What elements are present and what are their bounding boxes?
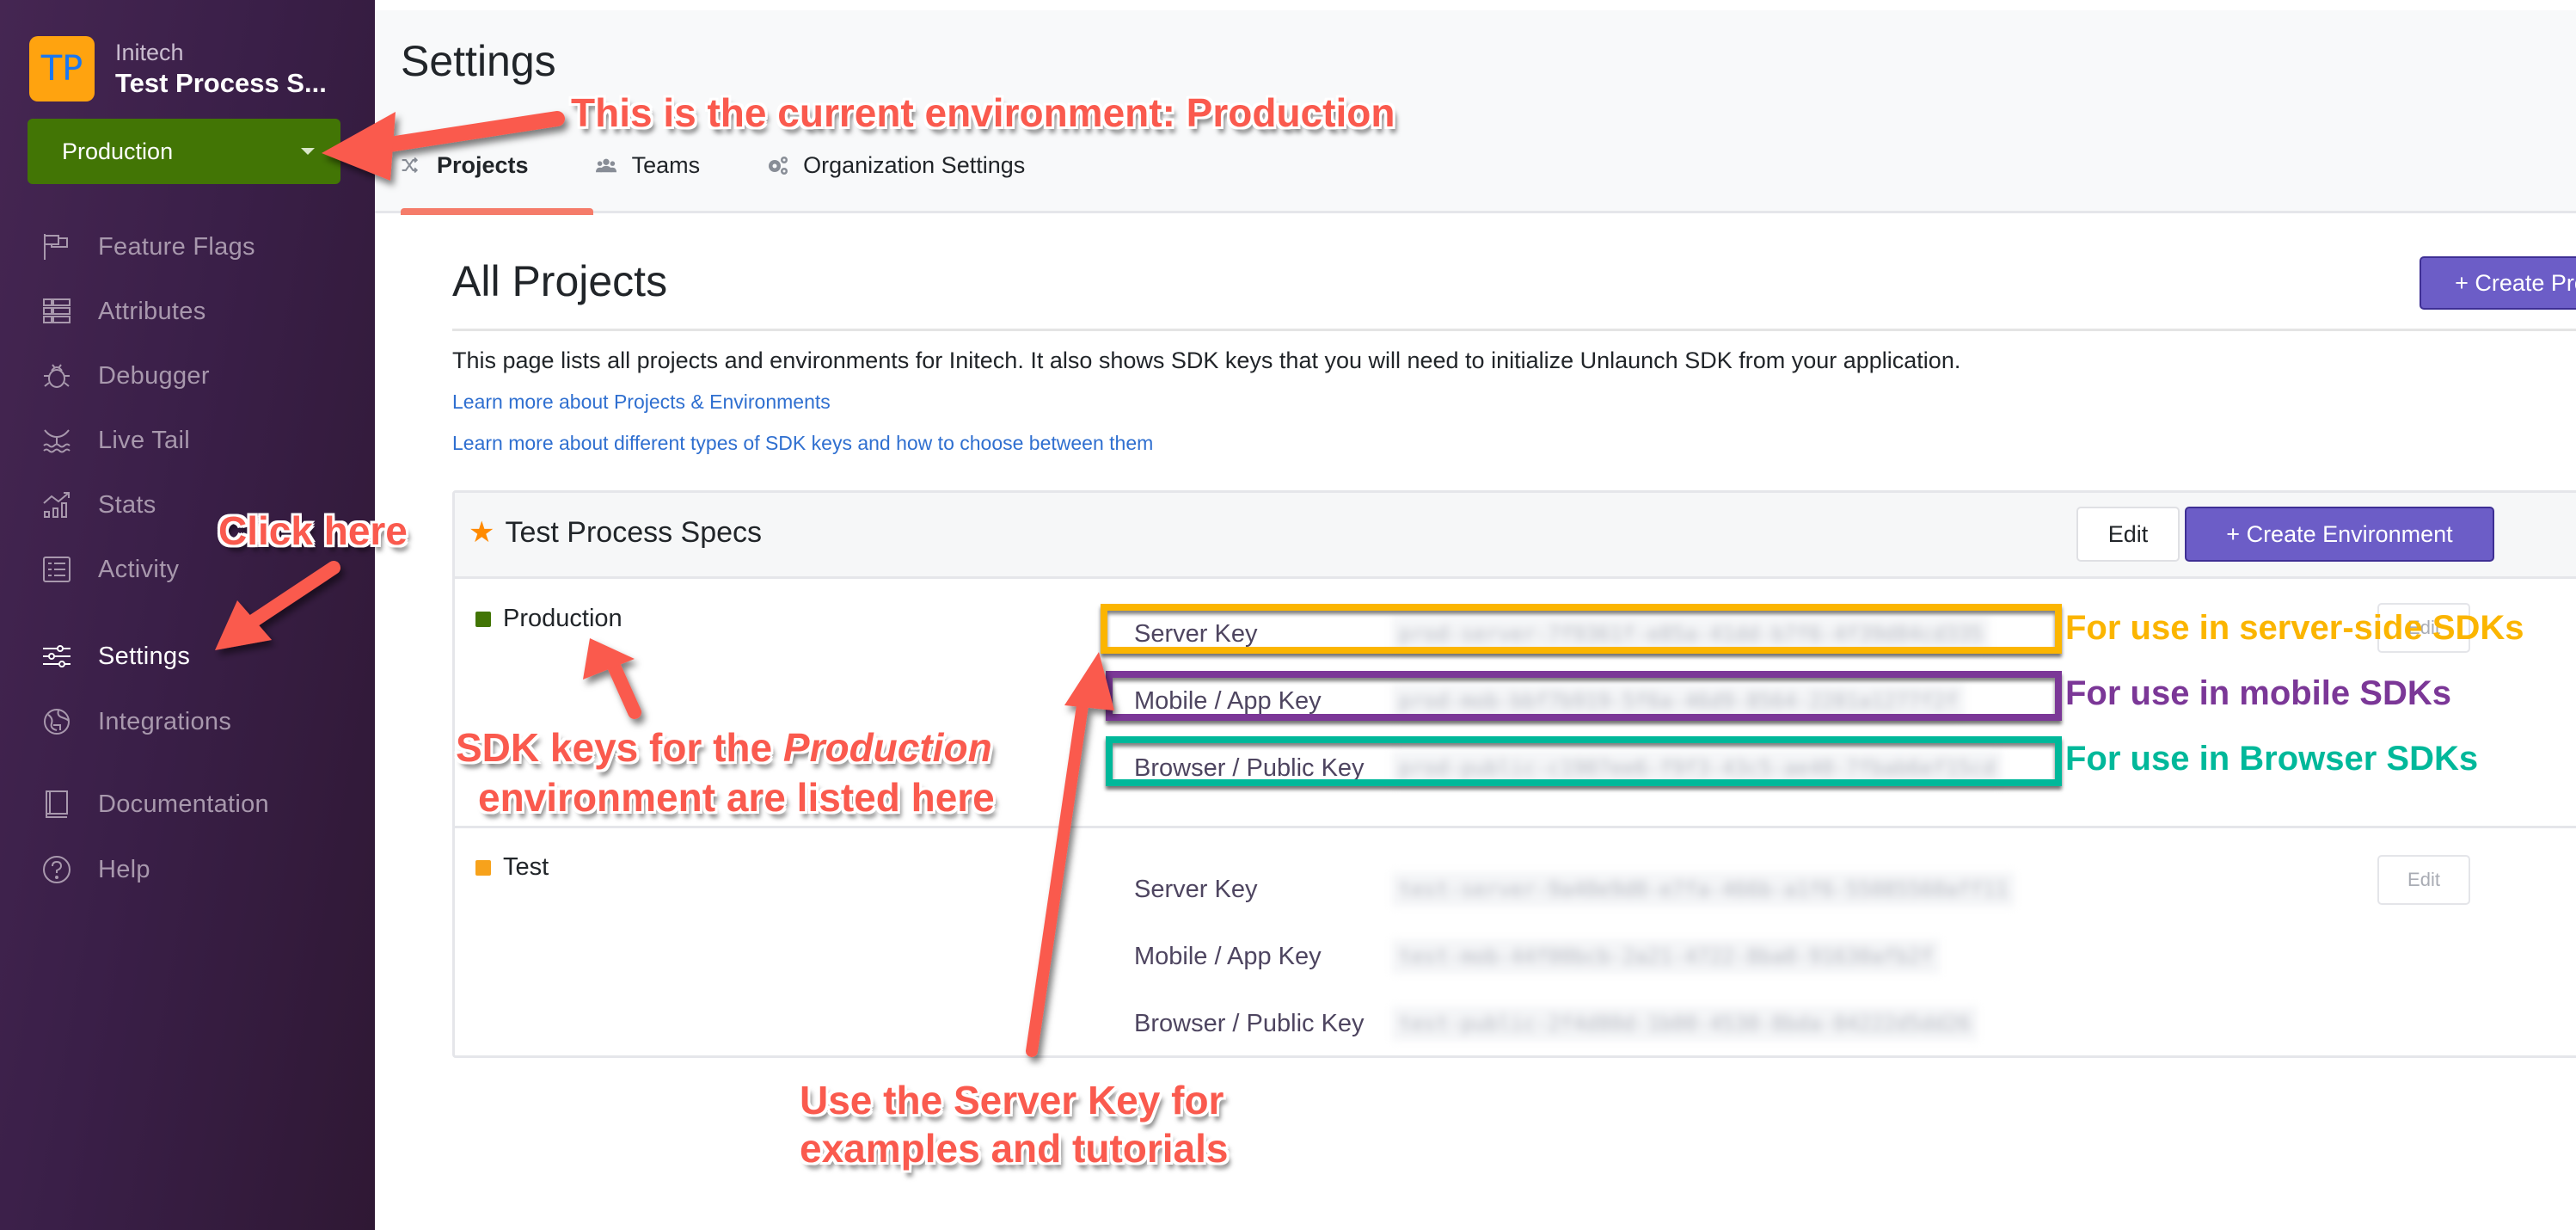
create-project-button[interactable]: + Create Project [2420, 256, 2576, 310]
attributes-icon [40, 294, 74, 329]
annotation-sdk-keys-italic: Production [782, 725, 992, 770]
users-icon [595, 154, 618, 176]
sidebar-item-debugger[interactable]: Debugger [40, 354, 210, 397]
sidebar-item-label: Help [98, 855, 150, 883]
key-label: Browser / Public Key [1134, 1009, 1365, 1037]
sidebar-item-label: Stats [98, 490, 156, 519]
sidebar-item-documentation[interactable]: Documentation [40, 783, 269, 826]
sidebar-item-label: Integrations [98, 707, 232, 735]
sdk-key-row: Server Key test-server-9a40e9d0-e7fa-466… [1134, 865, 2015, 913]
annotation-use-server-key-line1: Use the Server Key for [800, 1078, 1224, 1122]
server-key-highlight-box [1101, 604, 2062, 654]
sidebar-item-label: Activity [98, 555, 180, 583]
stats-icon [40, 488, 74, 522]
environment-color-swatch [475, 611, 491, 627]
sidebar-item-label: Attributes [98, 297, 206, 325]
environment-selector-label: Production [62, 138, 174, 164]
environment-row-test: Test Server Key test-server-9a40e9d0-e7f… [455, 831, 2576, 1055]
star-icon[interactable]: ★ [469, 515, 494, 550]
section-title: All Projects [452, 257, 668, 305]
sidebar-item-feature-flags[interactable]: Feature Flags [40, 225, 255, 268]
tab-teams[interactable]: Teams [595, 148, 701, 182]
sidebar-item-label: Documentation [98, 790, 269, 818]
sdk-key-row: Browser / Public Key test-public-2f4d80d… [1134, 999, 1978, 1048]
annotation-sdk-keys: SDK keys for the Production [456, 724, 992, 771]
key-value[interactable]: test-mob-44f00bcb-2a21-4722-8ba0-91630af… [1392, 939, 1941, 974]
annotation-server-side: For use in server-side SDKs [2065, 609, 2524, 647]
sdk-key-row: Mobile / App Key test-mob-44f00bcb-2a21-… [1134, 932, 1941, 981]
project-name: Test Process S... [115, 68, 327, 98]
puzzle-globe-icon [40, 704, 74, 739]
sliders-icon [40, 639, 74, 673]
mobile-key-highlight-box [1106, 671, 2062, 721]
sidebar-item-stats[interactable]: Stats [40, 483, 156, 526]
annotation-mobile: For use in mobile SDKs [2065, 674, 2451, 712]
sidebar-item-label: Settings [98, 642, 191, 670]
annotation-sdk-keys-prefix: SDK keys for the [456, 725, 783, 770]
tab-projects[interactable]: Projects [401, 148, 529, 182]
tab-organization-settings[interactable]: Organization Settings [767, 148, 1025, 182]
whale-tail-icon [40, 423, 74, 458]
sidebar-item-help[interactable]: Help [40, 848, 150, 891]
bug-icon [40, 359, 74, 393]
sidebar-item-integrations[interactable]: Integrations [40, 700, 231, 743]
annotation-use-server-key-line2: examples and tutorials [800, 1126, 1229, 1171]
learn-more-projects-link[interactable]: Learn more about Projects & Environments [452, 391, 831, 414]
tab-label: Teams [631, 151, 701, 178]
key-label: Mobile / App Key [1134, 942, 1322, 970]
environment-selector[interactable]: Production [28, 119, 340, 184]
environment-color-swatch [475, 859, 491, 876]
browser-key-highlight-box [1106, 736, 2062, 786]
activity-list-icon [40, 552, 74, 587]
create-environment-button[interactable]: + Create Environment [2185, 507, 2494, 562]
edit-environment-button[interactable]: Edit [2377, 855, 2470, 905]
sidebar: TP Initech Test Process S... Production … [0, 0, 375, 1230]
caret-down-icon [301, 148, 315, 155]
sidebar-item-label: Live Tail [98, 426, 190, 454]
divider [452, 329, 2576, 331]
page-description: This page lists all projects and environ… [452, 347, 1961, 373]
sidebar-item-attributes[interactable]: Attributes [40, 290, 206, 333]
org-switcher[interactable]: TP Initech Test Process S... [29, 36, 327, 101]
project-title: Test Process Specs [505, 515, 763, 549]
sidebar-item-label: Debugger [98, 361, 210, 390]
annotation-current-environment: This is the current environment: Product… [571, 90, 1395, 135]
annotation-browser: For use in Browser SDKs [2065, 740, 2479, 778]
book-icon [40, 787, 74, 821]
learn-more-sdk-keys-link[interactable]: Learn more about different types of SDK … [452, 432, 1153, 455]
shuffle-icon [401, 154, 423, 176]
environment-name: Test [503, 853, 549, 881]
question-circle-icon [40, 852, 74, 887]
tab-label: Organization Settings [803, 151, 1026, 178]
environment-name: Production [503, 605, 623, 632]
edit-project-button[interactable]: Edit [2076, 507, 2180, 562]
annotation-click-here: Click here [218, 508, 408, 553]
key-value[interactable]: test-server-9a40e9d0-e7fa-466b-a1f6-5508… [1392, 872, 2015, 907]
key-value[interactable]: test-public-2f4d80d-1b00-4530-8bda-04222… [1392, 1006, 1978, 1041]
project-avatar: TP [29, 36, 95, 101]
sidebar-item-live-tail[interactable]: Live Tail [40, 419, 190, 462]
key-label: Server Key [1134, 875, 1258, 903]
annotation-sdk-keys-line2: environment are listed here [478, 775, 995, 820]
active-tab-indicator [401, 208, 593, 215]
tab-label: Projects [437, 151, 529, 178]
flag-icon [40, 230, 74, 264]
cogs-icon [767, 154, 789, 176]
project-card-header: ★ Test Process Specs Edit + Create Envir… [455, 493, 2576, 579]
sidebar-item-settings[interactable]: Settings [40, 635, 190, 678]
page-title: Settings [401, 37, 556, 85]
sidebar-item-activity[interactable]: Activity [40, 548, 179, 591]
sidebar-item-label: Feature Flags [98, 232, 255, 261]
org-name: Initech [115, 40, 184, 65]
settings-tabs: Projects Teams Organization Settings [401, 148, 1092, 182]
